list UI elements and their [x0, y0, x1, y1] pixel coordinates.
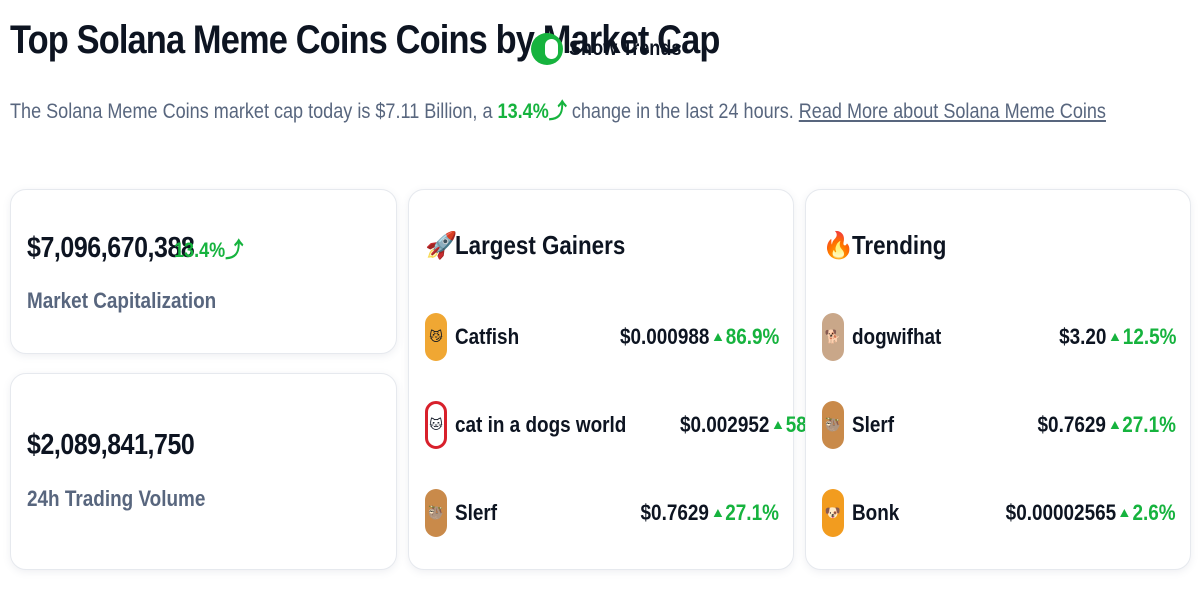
title-row: Top Solana Meme Coins Coins by Market Ca…: [10, 14, 835, 66]
trending-header: 🔥 Trending: [822, 230, 962, 261]
coin-change: 86.9%: [725, 324, 779, 349]
coin-price-change: $3.20 12.5%: [1059, 324, 1176, 350]
summary-change: 13.4%⤴: [497, 100, 567, 123]
coin-change: 27.1%: [725, 500, 779, 525]
coin-price-change: $0.7629 27.1%: [641, 500, 779, 526]
coin-price-change: $0.00002565 2.6%: [1006, 500, 1176, 526]
show-trends-toggle[interactable]: [531, 33, 563, 65]
up-triangle-icon: [773, 421, 783, 429]
summary-suffix: change in the last 24 hours.: [571, 100, 794, 123]
trending-row[interactable]: 🐶 Bonk $0.00002565 2.6%: [822, 489, 1176, 537]
catfish-logo: 😼: [425, 313, 447, 361]
coin-price-change: $0.000988 86.9%: [620, 324, 779, 350]
market-cap-value: $7,096,670,388: [27, 232, 195, 264]
slerf-logo: 🦥: [822, 401, 844, 449]
coin-change: 2.6%: [1132, 500, 1176, 525]
trending-row[interactable]: 🦥 Slerf $0.7629 27.1%: [822, 401, 1176, 449]
trending-row[interactable]: 🐕 dogwifhat $3.20 12.5%: [822, 313, 1176, 361]
up-triangle-icon: [713, 509, 722, 517]
coin-price-change: $0.7629 27.1%: [1038, 412, 1176, 438]
gainer-row[interactable]: 🐱 cat in a dogs world $0.002952 58.4%: [425, 401, 840, 449]
coin-price: $0.000988: [619, 324, 710, 349]
summary-prefix: The Solana Meme Coins market cap today i…: [10, 100, 493, 123]
coin-price: $0.7629: [640, 500, 710, 525]
coin-name: Bonk: [852, 500, 900, 525]
gainers-header: 🚀 Largest Gainers: [425, 230, 653, 261]
slerf-logo: 🦥: [425, 489, 447, 537]
show-trends-control[interactable]: Show Trends: [531, 33, 700, 65]
up-triangle-icon: [1120, 509, 1130, 517]
show-trends-label: Show Trends: [569, 37, 682, 60]
dogwifhat-logo: 🐕: [822, 313, 844, 361]
coin-name: cat in a dogs world: [455, 412, 627, 437]
volume-label: 24h Trading Volume: [27, 486, 206, 511]
up-triangle-icon: [713, 333, 722, 341]
coin-price: $0.00002565: [1006, 500, 1117, 525]
coin-name: Slerf: [852, 412, 895, 437]
coin-change: 27.1%: [1122, 412, 1176, 437]
coin-price: $3.20: [1058, 324, 1107, 349]
bonk-logo: 🐶: [822, 489, 844, 537]
coin-name: Catfish: [455, 324, 520, 349]
trending-title: Trending: [852, 230, 947, 260]
up-triangle-icon: [1110, 333, 1119, 341]
largest-gainers-card: 🚀 Largest Gainers 😼 Catfish $0.000988 86…: [408, 189, 840, 570]
gainer-row[interactable]: 🦥 Slerf $0.7629 27.1%: [425, 489, 779, 537]
trending-card: 🔥 Trending 🐕 dogwifhat $3.20 12.5% 🦥 Sle…: [805, 189, 1191, 570]
market-cap-change: 13.4%⤴: [174, 238, 244, 262]
volume-value: $2,089,841,750: [27, 429, 195, 461]
market-cap-label: Market Capitalization: [27, 288, 217, 313]
coin-price: $0.7629: [1037, 412, 1107, 437]
coin-price: $0.002952: [680, 412, 770, 437]
read-more-link[interactable]: Read More about Solana Meme Coins: [799, 100, 1106, 123]
coin-name: Slerf: [455, 500, 498, 525]
gainer-row[interactable]: 😼 Catfish $0.000988 86.9%: [425, 313, 779, 361]
cat-in-a-dogs-world-logo: 🐱: [425, 401, 447, 449]
rocket-icon: 🚀: [425, 230, 458, 260]
market-cap-card: $7,096,670,388 13.4%⤴ Market Capitalizat…: [10, 189, 397, 354]
market-cap-line: $7,096,670,388 13.4%⤴: [27, 232, 243, 265]
gainers-title: Largest Gainers: [455, 230, 626, 260]
volume-card: $2,089,841,750 24h Trading Volume: [10, 373, 397, 570]
fire-icon: 🔥: [822, 230, 855, 260]
market-summary: The Solana Meme Coins market cap today i…: [10, 95, 1106, 125]
up-triangle-icon: [1110, 421, 1119, 429]
coin-name: dogwifhat: [852, 324, 942, 349]
coin-change: 12.5%: [1122, 324, 1176, 349]
toggle-knob: [545, 39, 558, 59]
